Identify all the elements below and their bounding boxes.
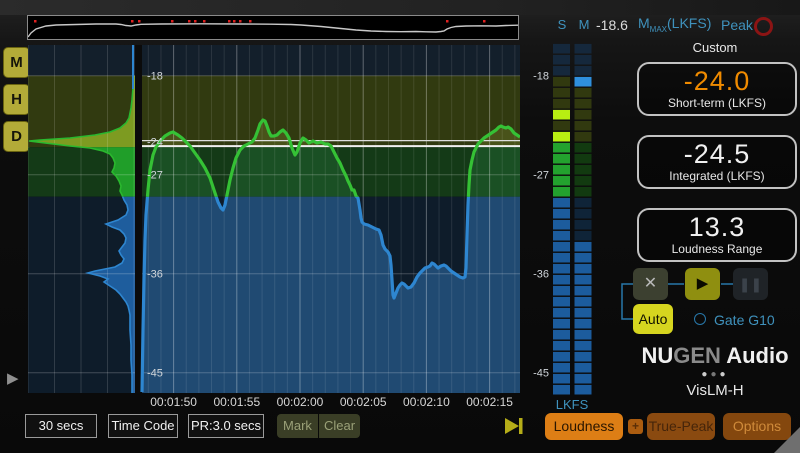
mmax-value: -18.6	[596, 17, 628, 33]
peak-label: Peak	[721, 17, 753, 33]
svg-text:-36: -36	[533, 269, 549, 281]
svg-text:00:02:10: 00:02:10	[403, 395, 450, 409]
clear-button[interactable]: Clear	[319, 414, 360, 438]
close-icon: ✕	[644, 275, 657, 292]
mode-button-d[interactable]: D	[3, 121, 30, 152]
overview-waveform	[28, 16, 518, 39]
svg-text:-45: -45	[147, 368, 163, 380]
product-name: VisLM-H	[627, 382, 800, 399]
peak-indicator[interactable]	[754, 17, 773, 36]
loudness-range-readout[interactable]: 13.3 Loudness Range	[637, 208, 797, 262]
mmax-label: MMAX(LKFS)	[638, 15, 711, 34]
loudness-tab-button[interactable]: Loudness	[545, 413, 623, 440]
meter-bars: -18 -27 -36 -45	[528, 40, 594, 400]
short-term-label: Short-term (LKFS)	[639, 96, 795, 110]
logo-audio: Audio	[721, 343, 789, 368]
svg-text:00:01:55: 00:01:55	[213, 395, 260, 409]
stop-reset-button[interactable]: ✕	[633, 268, 668, 300]
preset-name: Custom	[637, 40, 793, 55]
logo-gen: GEN	[673, 343, 721, 368]
timecode-button[interactable]: Time Code	[108, 414, 178, 438]
meter-unit-label: LKFS	[548, 397, 596, 412]
svg-text:-24: -24	[147, 137, 163, 149]
auto-button[interactable]: Auto	[633, 304, 673, 334]
svg-text:-36: -36	[147, 269, 163, 281]
mmax-unit: (LKFS)	[667, 15, 711, 31]
link-plus-button[interactable]: +	[628, 419, 643, 434]
mode-button-h[interactable]: H	[3, 84, 30, 115]
svg-text:00:02:05: 00:02:05	[340, 395, 387, 409]
loudness-range-value: 13.3	[639, 212, 795, 242]
svg-text:-18: -18	[533, 71, 549, 83]
gate-radio[interactable]	[694, 313, 706, 325]
meter-s-label: S	[553, 17, 571, 32]
svg-text:-27: -27	[147, 170, 163, 182]
window-length-button[interactable]: 30 secs	[25, 414, 97, 438]
short-term-readout[interactable]: -24.0 Short-term (LKFS)	[637, 62, 797, 116]
short-term-value: -24.0	[639, 66, 795, 96]
svg-text:-27: -27	[533, 170, 549, 182]
mark-button[interactable]: Mark	[277, 414, 318, 438]
integrated-value: -24.5	[639, 139, 795, 169]
play-icon: ▶	[697, 275, 709, 292]
svg-text:00:01:50: 00:01:50	[150, 395, 197, 409]
loudness-history-chart: -18 -24 -27 -36 -45 00:01:50 00:01:55 00:02:00 0…	[28, 45, 520, 410]
integrated-readout[interactable]: -24.5 Integrated (LKFS)	[637, 135, 797, 189]
svg-text:00:02:15: 00:02:15	[466, 395, 513, 409]
pause-icon: ❚❚	[739, 276, 762, 292]
play-button[interactable]: ▶	[685, 268, 720, 300]
resize-grip[interactable]	[774, 427, 800, 453]
svg-text:-45: -45	[533, 368, 549, 380]
gate-label: Gate G10	[714, 312, 775, 328]
mmax-sub: MAX	[650, 25, 667, 34]
mode-button-m[interactable]: M	[3, 47, 30, 78]
pr-button[interactable]: PR:3.0 secs	[188, 414, 264, 438]
loudness-range-label: Loudness Range	[639, 242, 795, 256]
skip-to-end-icon[interactable]	[504, 417, 526, 435]
svg-text:00:02:00: 00:02:00	[277, 395, 324, 409]
integrated-label: Integrated (LKFS)	[639, 169, 795, 183]
meter-m-label: M	[575, 17, 593, 32]
logo-dots: ●●●	[627, 369, 800, 380]
window-top-bar	[0, 0, 800, 15]
scroll-right-icon[interactable]: ▶	[7, 369, 19, 387]
svg-text:-18: -18	[147, 71, 163, 83]
pause-button[interactable]: ❚❚	[733, 268, 768, 300]
mmax-m: M	[638, 15, 650, 31]
logo-nu: NU	[641, 343, 673, 368]
truepeak-tab-button[interactable]: True-Peak	[647, 413, 715, 440]
nugen-logo: NUGEN Audio	[627, 343, 800, 369]
overview-strip[interactable]	[27, 15, 519, 40]
